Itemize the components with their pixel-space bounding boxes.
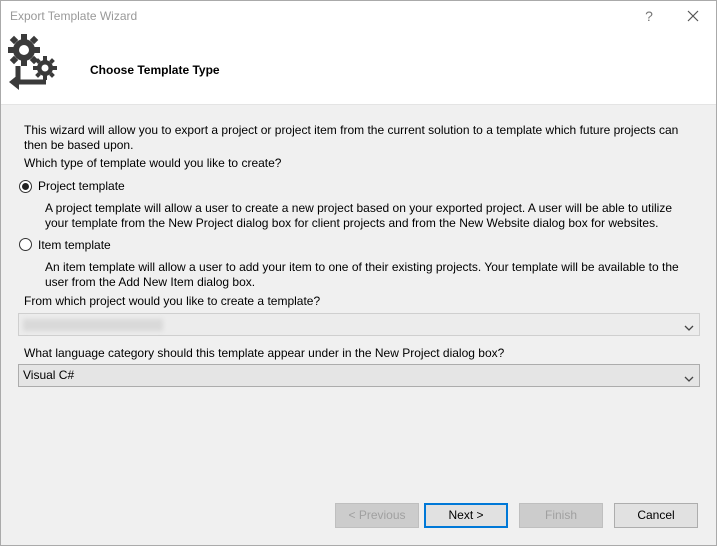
language-question: What language category should this templ… [24, 346, 505, 360]
intro-text: This wizard will allow you to export a p… [24, 123, 679, 152]
language-select-value: Visual C# [23, 368, 75, 382]
wizard-content: This wizard will allow you to export a p… [1, 106, 716, 545]
project-template-label[interactable]: Project template [38, 179, 125, 194]
project-question: From which project would you like to cre… [24, 294, 321, 308]
close-icon[interactable] [678, 3, 708, 29]
title-bar: Export Template Wizard ? [1, 1, 716, 32]
language-select[interactable]: Visual C# [18, 364, 700, 387]
next-button[interactable]: Next > [424, 503, 508, 528]
redacted-project-name [23, 319, 163, 331]
wizard-header: Choose Template Type [1, 32, 716, 105]
template-type-question: Which type of template would you like to… [24, 156, 282, 170]
export-template-wizard-dialog: Export Template Wizard ? Choose Template… [0, 0, 717, 546]
item-template-description: An item template will allow a user to ad… [45, 260, 679, 289]
item-template-radio[interactable] [19, 238, 32, 251]
page-title: Choose Template Type [90, 63, 220, 77]
project-template-radio[interactable] [19, 180, 32, 193]
chevron-down-icon [684, 372, 694, 386]
cancel-button[interactable]: Cancel [614, 503, 698, 528]
chevron-down-icon [684, 321, 694, 335]
project-select[interactable] [18, 313, 700, 336]
help-icon[interactable]: ? [634, 3, 664, 29]
project-template-description: A project template will allow a user to … [45, 201, 673, 230]
item-template-label[interactable]: Item template [38, 238, 111, 253]
finish-button[interactable]: Finish [519, 503, 603, 528]
gears-icon [6, 32, 64, 94]
window-title: Export Template Wizard [10, 9, 138, 23]
previous-button[interactable]: < Previous [335, 503, 419, 528]
